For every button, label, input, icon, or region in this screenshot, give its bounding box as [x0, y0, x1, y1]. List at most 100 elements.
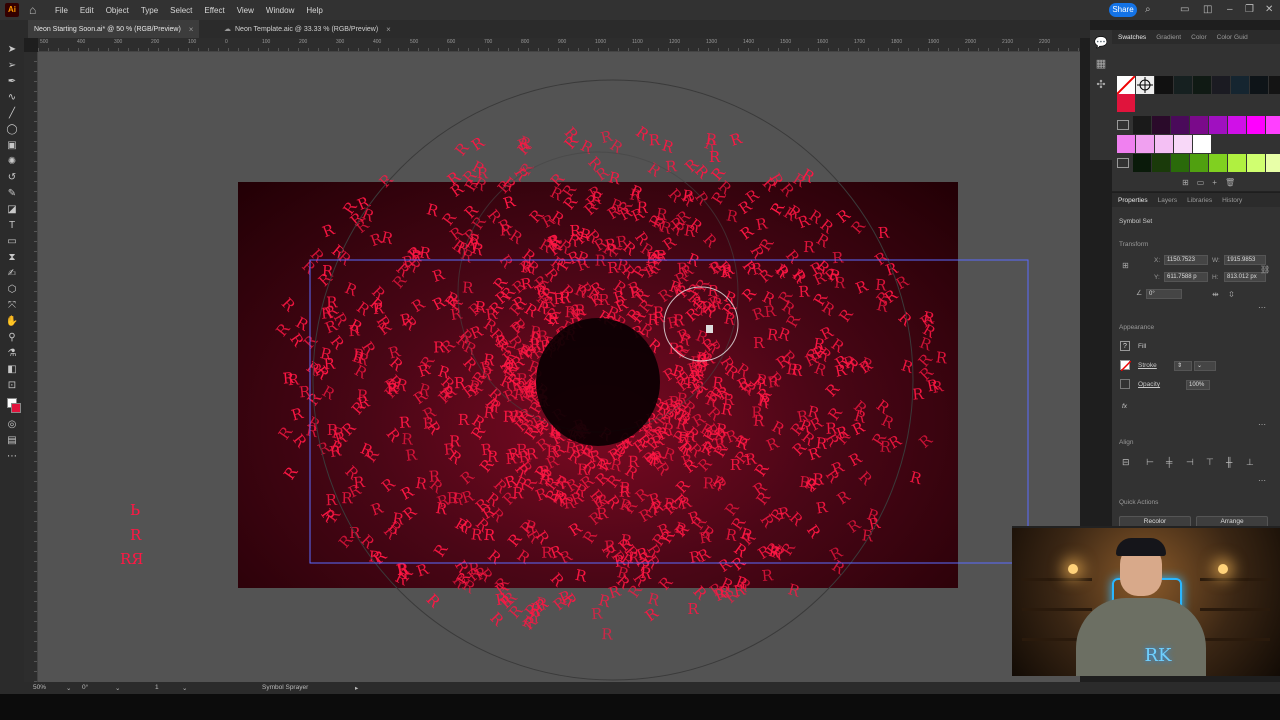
more-options-icon[interactable]: ⋯ — [1258, 476, 1266, 485]
more-options-icon[interactable]: ⋯ — [1258, 303, 1266, 312]
color-swatch[interactable] — [1247, 116, 1265, 134]
restore-icon[interactable]: ❐ — [1245, 4, 1254, 16]
workspace-icon[interactable]: ◫ — [1203, 4, 1212, 16]
menu-effect[interactable]: Effect — [204, 6, 224, 15]
color-swatch[interactable] — [1212, 76, 1230, 94]
menu-type[interactable]: Type — [141, 6, 158, 15]
new-swatch-icon[interactable]: + — [1212, 178, 1217, 187]
menu-file[interactable]: File — [55, 6, 68, 15]
width-tool-icon[interactable]: ⧗ — [5, 251, 19, 265]
color-swatch[interactable] — [1228, 154, 1246, 172]
tab-color[interactable]: Color — [1191, 34, 1207, 41]
registration-swatch[interactable] — [1136, 76, 1154, 94]
menu-edit[interactable]: Edit — [80, 6, 94, 15]
home-icon[interactable]: ⌂ — [29, 3, 43, 17]
color-swatch[interactable] — [1190, 154, 1208, 172]
color-group-folder-icon[interactable] — [1117, 158, 1129, 168]
artboard-number[interactable]: 1 — [155, 684, 159, 691]
delete-swatch-icon[interactable]: 🗑 — [1225, 178, 1235, 187]
stroke-label[interactable]: Stroke — [1138, 362, 1157, 369]
hand-tool-icon[interactable]: ✋ — [5, 315, 19, 329]
swatch-libraries-icon[interactable]: ⊞ — [1182, 178, 1189, 187]
status-arrow-icon[interactable]: ▸ — [355, 684, 358, 692]
color-swatch[interactable] — [1228, 116, 1246, 134]
artboard-tool-icon[interactable]: ⊡ — [5, 379, 19, 393]
opacity-label[interactable]: Opacity — [1138, 381, 1160, 388]
zoom-dropdown-icon[interactable]: ⌄ — [66, 684, 71, 692]
rotate-tool-icon[interactable]: ↺ — [5, 171, 19, 185]
reference-point-icon[interactable]: ⊞ — [1122, 261, 1129, 270]
color-swatch[interactable] — [1133, 154, 1151, 172]
direct-selection-tool-icon[interactable]: ➢ — [5, 59, 19, 73]
eraser-tool-icon[interactable]: ◪ — [5, 203, 19, 217]
constrain-proportions-icon[interactable]: ⛓ — [1260, 265, 1270, 274]
menu-object[interactable]: Object — [106, 6, 129, 15]
w-field[interactable]: 1915.9853 — [1224, 255, 1266, 265]
menu-help[interactable]: Help — [306, 6, 322, 15]
color-swatch[interactable] — [1155, 135, 1173, 153]
color-group-folder-icon[interactable] — [1117, 120, 1129, 130]
search-icon[interactable]: ⌕ — [1145, 4, 1151, 16]
flip-horizontal-icon[interactable]: ⇹ — [1212, 290, 1219, 299]
stroke-none-icon[interactable] — [1120, 360, 1132, 372]
red-swatch[interactable] — [1117, 94, 1135, 112]
x-field[interactable]: 1150.7523 — [1164, 255, 1208, 265]
close-icon[interactable]: × — [189, 25, 194, 34]
align-right-icon[interactable]: ⊣ — [1186, 457, 1196, 467]
shape-builder-tool-icon[interactable]: ⬡ — [5, 283, 19, 297]
tab-gradient[interactable]: Gradient — [1156, 34, 1181, 41]
color-swatch[interactable] — [1193, 135, 1211, 153]
align-horizontal-center-icon[interactable]: ╪ — [1166, 457, 1176, 467]
libraries-icon[interactable]: ▦ — [1096, 57, 1106, 70]
symbol-spray-artwork[interactable]: R RRRRRRRRRRRRRRRRRRRRRRRRRR RRRRRRRRRRRRR… — [38, 52, 1080, 682]
close-icon[interactable]: ✕ — [1265, 4, 1273, 16]
asset-export-icon[interactable]: ✣ — [1096, 78, 1105, 91]
color-swatch[interactable] — [1136, 135, 1154, 153]
color-swatch[interactable] — [1152, 154, 1170, 172]
gradient-tool-icon[interactable]: ◧ — [5, 363, 19, 377]
new-color-group-icon[interactable]: ▭ — [1197, 178, 1205, 187]
color-swatch[interactable] — [1155, 76, 1173, 94]
menu-select[interactable]: Select — [170, 6, 192, 15]
color-swatch[interactable] — [1117, 135, 1135, 153]
color-swatch[interactable] — [1171, 154, 1189, 172]
symbol-sprayer-tool-icon[interactable]: ✺ — [5, 155, 19, 169]
color-swatch[interactable] — [1266, 116, 1280, 134]
align-left-icon[interactable]: ⊢ — [1146, 457, 1156, 467]
align-top-icon[interactable]: ⊤ — [1206, 457, 1216, 467]
tab-history[interactable]: History — [1222, 197, 1242, 204]
selection-tool-icon[interactable]: ➤ — [5, 43, 19, 57]
color-swatch[interactable] — [1193, 76, 1211, 94]
minimize-icon[interactable]: – — [1227, 4, 1233, 16]
edit-toolbar-icon[interactable]: ⋯ — [5, 450, 19, 464]
paintbrush-tool-icon[interactable]: ✍ — [5, 267, 19, 281]
flip-vertical-icon[interactable]: ⇳ — [1228, 290, 1235, 299]
color-swatch[interactable] — [1266, 154, 1280, 172]
drawing-mode-icon[interactable]: ◎ — [5, 418, 19, 432]
color-swatch[interactable] — [1247, 154, 1265, 172]
tab-layers[interactable]: Layers — [1158, 197, 1178, 204]
tab-neon-template[interactable]: ☁ Neon Template.aic @ 33.33 % (RGB/Previ… — [218, 20, 397, 38]
none-swatch[interactable] — [1116, 75, 1136, 95]
zoom-level[interactable]: 50% — [33, 684, 46, 691]
tab-color-guide[interactable]: Color Guid — [1217, 34, 1248, 41]
tab-swatches[interactable]: Swatches — [1118, 34, 1146, 41]
canvas-pasteboard[interactable]: RRRRRRRRRRRRRRRRRRRRRRRRRRRRRRRRRRRRRRRR… — [38, 52, 1080, 682]
tab-neon-starting-soon[interactable]: Neon Starting Soon.ai* @ 50 % (RGB/Previ… — [28, 20, 200, 38]
screen-mode-icon[interactable]: ▤ — [5, 434, 19, 448]
align-vertical-center-icon[interactable]: ╫ — [1226, 457, 1236, 467]
curvature-tool-icon[interactable]: ∿ — [5, 91, 19, 105]
ellipse-tool-icon[interactable]: ◯ — [5, 123, 19, 137]
rotation-dropdown-icon[interactable]: ⌄ — [115, 684, 120, 692]
color-swatch[interactable] — [1231, 76, 1249, 94]
artboard-dropdown-icon[interactable]: ⌄ — [182, 684, 187, 692]
color-swatch[interactable] — [1209, 116, 1227, 134]
color-swatch[interactable] — [1174, 135, 1192, 153]
tab-libraries[interactable]: Libraries — [1187, 197, 1212, 204]
y-field[interactable]: 611.7588 p — [1164, 272, 1208, 282]
stray-symbol-1[interactable]: Ь — [130, 501, 140, 519]
color-swatch[interactable] — [1209, 154, 1227, 172]
fill-unknown-icon[interactable]: ? — [1120, 341, 1130, 351]
color-swatch[interactable] — [1174, 76, 1192, 94]
shaper-tool-icon[interactable]: ▣ — [5, 139, 19, 153]
